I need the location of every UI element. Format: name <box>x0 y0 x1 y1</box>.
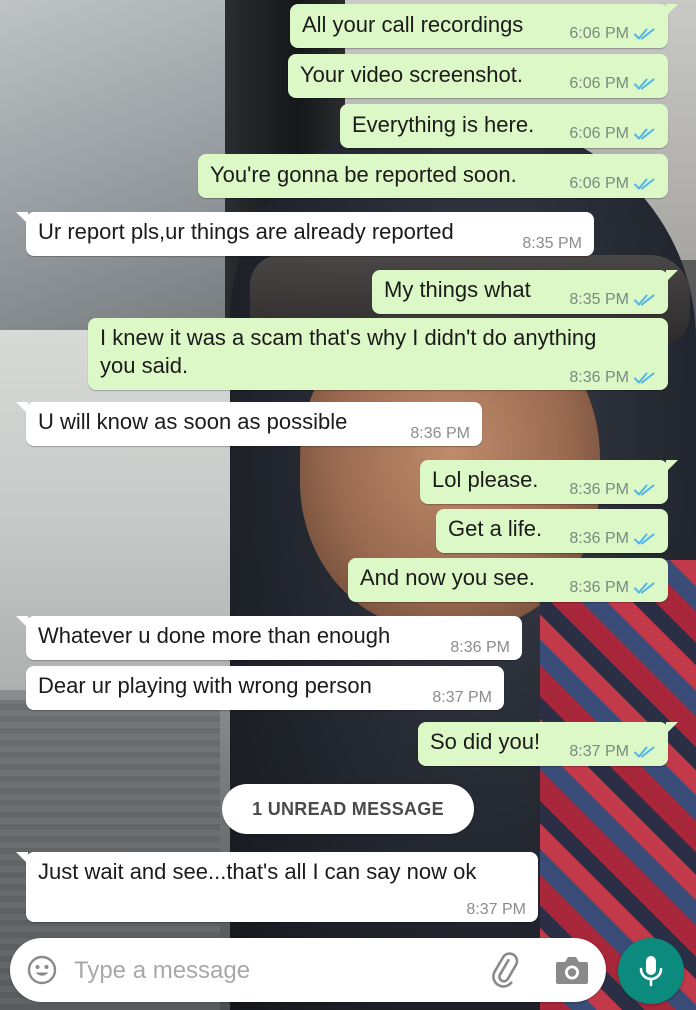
message-text: Whatever u done more than enough <box>38 623 391 648</box>
message-text: You're gonna be reported soon. <box>210 162 517 187</box>
message-time: 8:36 PM <box>569 481 629 498</box>
message-text: U will know as soon as possible <box>38 409 348 434</box>
message-meta: 8:37 PM <box>466 896 526 924</box>
double-check-read-icon <box>634 178 655 190</box>
double-check-read-icon <box>634 78 655 90</box>
double-check-read-icon <box>634 746 655 758</box>
message-meta: 8:35 PM <box>569 286 656 314</box>
message-meta: 8:35 PM <box>522 230 582 258</box>
message-bubble-outgoing[interactable]: Your video screenshot. 6:06 PM <box>288 54 668 98</box>
double-check-read-icon <box>634 484 655 496</box>
message-text: Dear ur playing with wrong person <box>38 673 372 698</box>
message-bubble-outgoing[interactable]: Everything is here. 6:06 PM <box>340 104 668 148</box>
message-meta: 8:36 PM <box>569 574 656 602</box>
message-meta: 6:06 PM <box>569 70 656 98</box>
message-bubble-outgoing[interactable]: So did you! 8:37 PM <box>418 722 678 766</box>
message-text: My things what <box>384 277 531 302</box>
message-text: All your call recordings <box>302 12 524 37</box>
message-meta: 6:06 PM <box>569 170 656 198</box>
message-text: So did you! <box>430 729 541 754</box>
message-bubble-incoming[interactable]: Whatever u done more than enough 8:36 PM <box>16 616 522 662</box>
message-meta: 8:36 PM <box>410 420 470 448</box>
voice-message-button[interactable] <box>618 938 684 1004</box>
message-bubble-incoming[interactable]: U will know as soon as possible 8:36 PM <box>16 402 482 448</box>
message-bubble-outgoing[interactable]: And now you see. 8:36 PM <box>348 558 668 602</box>
message-bubble-outgoing[interactable]: All your call recordings 6:06 PM <box>290 4 678 48</box>
emoji-icon[interactable] <box>26 954 58 986</box>
message-text: Your video screenshot. <box>300 62 523 87</box>
message-text: Lol please. <box>432 467 539 492</box>
message-text-line: I knew it was a scam that's why I didn't… <box>100 325 597 350</box>
message-bubble-outgoing[interactable]: You're gonna be reported soon. 6:06 PM <box>198 154 668 198</box>
message-text: Everything is here. <box>352 112 535 137</box>
paperclip-icon[interactable] <box>488 952 522 988</box>
double-check-read-icon <box>634 372 655 384</box>
double-check-read-icon <box>634 294 655 306</box>
message-text: And now you see. <box>360 565 535 590</box>
message-time: 8:35 PM <box>569 291 629 308</box>
message-time: 6:06 PM <box>569 25 629 42</box>
message-text: Just wait and see...that's all I can say… <box>38 859 477 884</box>
camera-icon[interactable] <box>554 954 590 986</box>
message-time: 8:35 PM <box>522 235 582 252</box>
message-time: 8:36 PM <box>410 425 470 442</box>
message-time: 8:36 PM <box>450 639 510 656</box>
message-time: 8:37 PM <box>432 689 492 706</box>
message-meta: 6:06 PM <box>569 120 656 148</box>
message-meta: 8:37 PM <box>432 684 492 712</box>
message-composer <box>10 938 606 1002</box>
message-bubble-outgoing[interactable]: My things what 8:35 PM <box>372 270 678 314</box>
message-bubble-incoming[interactable]: Dear ur playing with wrong person 8:37 P… <box>26 666 504 710</box>
message-bubble-outgoing[interactable]: Lol please. 8:36 PM <box>420 460 678 504</box>
message-text: Ur report pls,ur things are already repo… <box>38 219 454 244</box>
message-bubble-incoming[interactable]: Ur report pls,ur things are already repo… <box>16 212 594 258</box>
message-meta: 6:06 PM <box>569 20 656 48</box>
message-meta: 8:36 PM <box>450 634 510 662</box>
message-time: 8:37 PM <box>569 743 629 760</box>
conversation: All your call recordings 6:06 PM Your vi… <box>0 0 696 1010</box>
message-meta: 8:36 PM <box>569 525 656 553</box>
message-time: 8:36 PM <box>569 369 629 386</box>
message-time: 8:36 PM <box>569 579 629 596</box>
double-check-read-icon <box>634 28 655 40</box>
double-check-read-icon <box>634 582 655 594</box>
double-check-read-icon <box>634 128 655 140</box>
message-meta: 8:37 PM <box>569 738 656 766</box>
message-text: Get a life. <box>448 516 543 541</box>
message-time: 8:36 PM <box>569 530 629 547</box>
message-meta: 8:36 PM <box>569 364 656 392</box>
message-input[interactable] <box>72 950 476 992</box>
double-check-read-icon <box>634 533 655 545</box>
message-time: 6:06 PM <box>569 175 629 192</box>
message-bubble-outgoing[interactable]: Get a life. 8:36 PM <box>436 509 668 553</box>
message-time: 6:06 PM <box>569 125 629 142</box>
message-text-line: you said. <box>100 353 189 378</box>
unread-messages-banner: 1 UNREAD MESSAGE <box>222 784 474 834</box>
message-bubble-incoming[interactable]: Just wait and see...that's all I can say… <box>16 852 538 924</box>
message-meta: 8:36 PM <box>569 476 656 504</box>
message-time: 6:06 PM <box>569 75 629 92</box>
message-time: 8:37 PM <box>466 901 526 918</box>
mic-icon <box>639 956 663 987</box>
message-bubble-outgoing[interactable]: I knew it was a scam that's why I didn't… <box>88 318 668 390</box>
